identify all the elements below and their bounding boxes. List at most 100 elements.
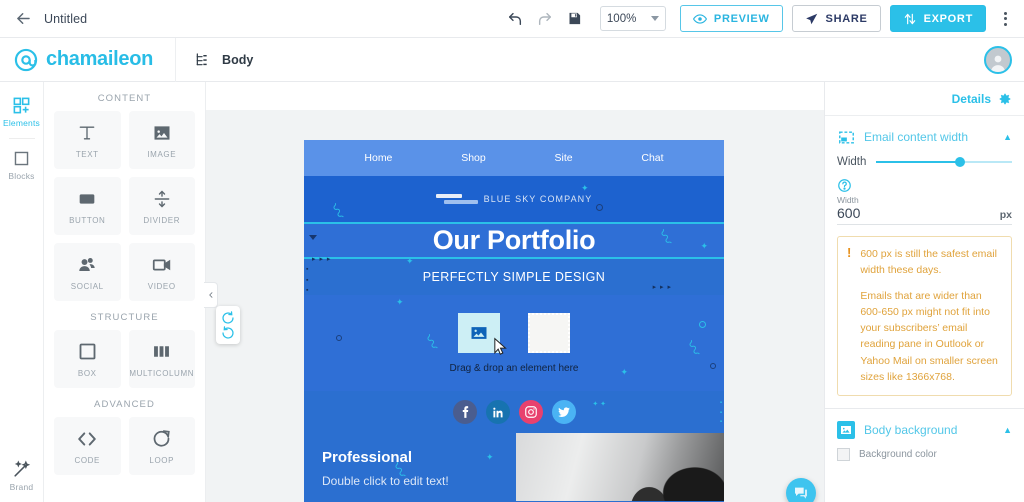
question-mark-icon[interactable] bbox=[837, 178, 852, 193]
save-disk-icon[interactable] bbox=[560, 4, 590, 34]
chevron-up-icon[interactable]: ▲ bbox=[1003, 425, 1012, 435]
element-tile-image[interactable]: IMAGE bbox=[128, 111, 195, 169]
instagram-icon[interactable] bbox=[518, 400, 543, 424]
drop-target-placeholder[interactable] bbox=[528, 312, 570, 353]
email-nav-site[interactable]: Site bbox=[555, 152, 573, 164]
structure-tile-grid: BOX MULTICOLUMN bbox=[44, 330, 205, 388]
deco-ring bbox=[336, 335, 342, 341]
body-background-section-header[interactable]: Body background ▲ bbox=[825, 409, 1024, 440]
sidebar-item-elements[interactable]: Elements bbox=[0, 90, 44, 136]
square-outline-icon bbox=[12, 149, 31, 168]
facebook-icon[interactable] bbox=[452, 400, 477, 424]
drop-zone-row bbox=[458, 312, 570, 355]
background-color-row[interactable]: Background color bbox=[825, 439, 1024, 462]
email-width-section-header[interactable]: Email content width ▲ bbox=[825, 116, 1024, 146]
button-rect-icon bbox=[76, 188, 98, 210]
linkedin-icon[interactable] bbox=[485, 400, 510, 424]
professional-subtitle[interactable]: Double click to edit text! bbox=[322, 474, 516, 488]
width-slider[interactable] bbox=[876, 157, 1012, 167]
refresh-up-icon[interactable] bbox=[221, 310, 235, 325]
left-rail: Elements Blocks Brand bbox=[0, 82, 44, 502]
app-logo[interactable]: chamaileon bbox=[12, 46, 153, 73]
deco-ring bbox=[710, 363, 716, 369]
chat-bubble-icon[interactable] bbox=[786, 478, 816, 502]
section-title-advanced: ADVANCED bbox=[94, 399, 155, 410]
element-tile-text[interactable]: TEXT bbox=[54, 111, 121, 169]
breadcrumb-label[interactable]: Body bbox=[222, 53, 253, 67]
section-title-content: CONTENT bbox=[97, 93, 152, 104]
export-label: EXPORT bbox=[923, 12, 973, 25]
element-tile-button[interactable]: BUTTON bbox=[54, 177, 121, 235]
content-width-icon bbox=[837, 128, 855, 146]
sidebar-item-blocks[interactable]: Blocks bbox=[0, 143, 44, 189]
email-document[interactable]: Home Shop Site Chat BLUE SKY COMPANY ✦ 〰… bbox=[304, 140, 724, 502]
share-label: SHARE bbox=[825, 12, 868, 25]
drag-ghost-image[interactable] bbox=[458, 312, 507, 355]
email-social-row[interactable]: ✦ ✦ ▪ ▪ ▪ bbox=[304, 391, 724, 433]
professional-title[interactable]: Professional bbox=[322, 449, 516, 466]
redo-icon[interactable] bbox=[530, 4, 560, 34]
element-tile-divider[interactable]: DIVIDER bbox=[128, 177, 195, 235]
email-canvas[interactable]: Home Shop Site Chat BLUE SKY COMPANY ✦ 〰… bbox=[206, 110, 824, 502]
element-tile-multicolumn[interactable]: MULTICOLUMN bbox=[128, 330, 195, 388]
body-background-section-title: Body background bbox=[864, 423, 958, 438]
right-settings-panel: Details Email content width ▲ Width Widt… bbox=[824, 82, 1024, 502]
email-professional-block[interactable]: Professional Double click to edit text! … bbox=[304, 433, 724, 501]
slider-fill bbox=[876, 161, 961, 163]
email-hero-block[interactable]: Our Portfolio 〰 ✦ bbox=[304, 222, 724, 259]
email-nav-home[interactable]: Home bbox=[364, 152, 392, 164]
element-tile-image-label: IMAGE bbox=[147, 149, 177, 159]
refresh-down-icon[interactable] bbox=[221, 325, 235, 340]
drag-cursor-icon bbox=[489, 337, 509, 362]
element-tile-loop[interactable]: LOOP bbox=[128, 417, 195, 475]
width-input[interactable]: 600 bbox=[837, 205, 860, 221]
element-tile-code[interactable]: CODE bbox=[54, 417, 121, 475]
top-toolbar: Untitled 100% PREVIEW SHARE EXPORT bbox=[0, 0, 1024, 38]
section-title-structure: STRUCTURE bbox=[90, 312, 159, 323]
export-button[interactable]: EXPORT bbox=[889, 5, 986, 32]
width-field-row[interactable]: 600 px bbox=[837, 205, 1012, 225]
color-swatch[interactable] bbox=[837, 448, 850, 462]
kebab-menu-icon[interactable] bbox=[994, 6, 1016, 32]
email-nav-bar[interactable]: Home Shop Site Chat bbox=[304, 140, 724, 176]
document-title[interactable]: Untitled bbox=[44, 12, 87, 26]
top-toolbar-actions: 100% PREVIEW SHARE EXPORT bbox=[500, 4, 1024, 34]
details-label[interactable]: Details bbox=[952, 92, 991, 106]
email-subtitle-block[interactable]: PERFECTLY SIMPLE DESIGN ▸ ▸ ▸ ▸ ▸ ▸ ▪ ▪ ▪ … bbox=[304, 256, 724, 295]
gear-icon[interactable] bbox=[998, 92, 1012, 106]
loop-refresh-icon bbox=[151, 428, 172, 450]
structure-tree-icon[interactable] bbox=[194, 52, 210, 68]
elements-panel: CONTENT TEXT IMAGE BUTTON DIVIDER SOCIAL… bbox=[44, 82, 206, 502]
email-nav-shop[interactable]: Shop bbox=[461, 152, 486, 164]
back-arrow-icon[interactable] bbox=[12, 8, 34, 30]
element-tile-multicolumn-label: MULTICOLUMN bbox=[129, 368, 195, 378]
twitter-icon[interactable] bbox=[551, 400, 576, 424]
user-avatar-icon[interactable] bbox=[984, 45, 1012, 74]
preview-button[interactable]: PREVIEW bbox=[679, 5, 783, 32]
element-tile-video[interactable]: VIDEO bbox=[128, 243, 195, 301]
upload-download-icon bbox=[903, 12, 917, 26]
element-tile-social[interactable]: SOCIAL bbox=[54, 243, 121, 301]
deco-plus: ✦ bbox=[406, 256, 414, 266]
advanced-tile-grid: CODE LOOP bbox=[44, 417, 205, 475]
email-nav-chat[interactable]: Chat bbox=[641, 152, 663, 164]
email-brand-row[interactable]: BLUE SKY COMPANY ✦ 〰 bbox=[304, 176, 724, 223]
slider-knob[interactable] bbox=[955, 157, 966, 167]
sidebar-item-brand[interactable]: Brand bbox=[0, 454, 44, 500]
deco-plus: ✦ bbox=[620, 367, 628, 377]
element-tile-button-label: BUTTON bbox=[69, 215, 106, 225]
chevron-up-icon[interactable]: ▲ bbox=[1003, 132, 1012, 142]
warning-text: 600 px is still the safest email width t… bbox=[860, 246, 1002, 385]
element-tile-box[interactable]: BOX bbox=[54, 330, 121, 388]
code-brackets-icon bbox=[76, 428, 98, 450]
email-drop-zone[interactable]: Drag & drop an element here 〰 〰 ✦ ✦ bbox=[304, 295, 724, 391]
share-button[interactable]: SHARE bbox=[791, 5, 881, 32]
deco-dots: ▪ ▪ ▪ bbox=[306, 266, 309, 294]
email-hero-title[interactable]: Our Portfolio bbox=[433, 225, 596, 256]
panel-collapse-button[interactable] bbox=[204, 282, 218, 308]
email-subtitle[interactable]: PERFECTLY SIMPLE DESIGN bbox=[423, 270, 605, 284]
at-sign-icon bbox=[12, 46, 39, 73]
undo-icon[interactable] bbox=[500, 4, 530, 34]
chevron-down-icon bbox=[650, 16, 659, 21]
zoom-select[interactable]: 100% bbox=[599, 6, 666, 31]
